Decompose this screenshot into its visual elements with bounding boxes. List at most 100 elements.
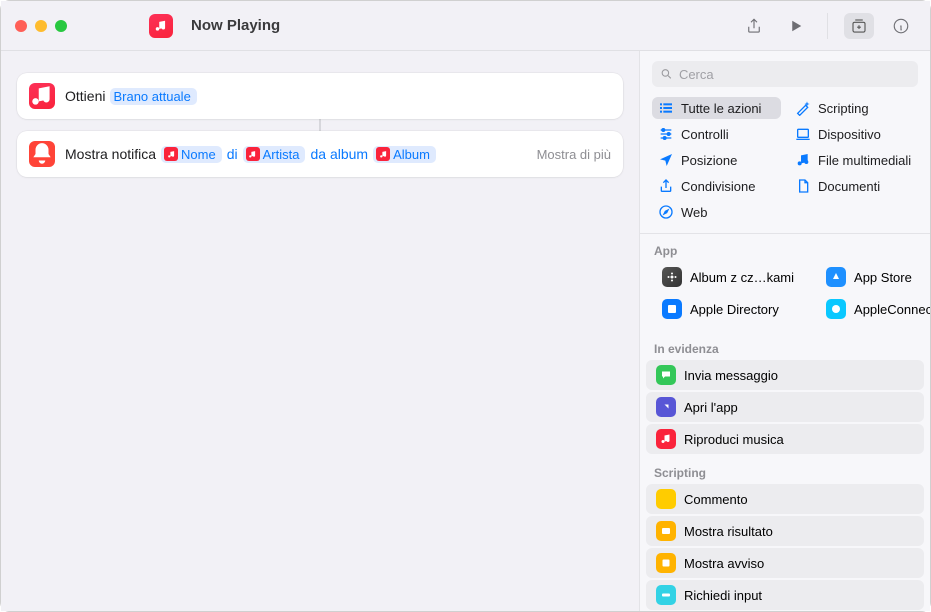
action-item[interactable]: Mostra risultato [646,516,924,546]
item-label: Apri l'app [684,400,738,415]
category-sliders[interactable]: Controlli [652,123,781,145]
open-icon [656,397,676,417]
input-icon [656,585,676,605]
window-title: Now Playing [191,17,280,34]
photos-icon [662,267,682,287]
category-share[interactable]: Condivisione [652,175,781,197]
item-label: Mostra risultato [684,524,773,539]
actions-sidebar: Tutte le azioni Scripting Controlli Disposi… [640,51,930,611]
category-label: Tutte le azioni [681,101,761,116]
zoom-window-button[interactable] [55,20,67,32]
variable-token-current-song[interactable]: Brano attuale [110,88,196,105]
variable-token-artist[interactable]: Artista [243,146,306,163]
category-safari[interactable]: Web [652,201,781,223]
category-label: Documenti [818,179,880,194]
msg-icon [656,365,676,385]
category-label: Condivisione [681,179,755,194]
search-icon [660,67,673,81]
sliders-icon [658,126,674,142]
notification-icon [29,141,55,167]
category-grid: Tutte le azioni Scripting Controlli Disposi… [640,97,930,234]
minimize-window-button[interactable] [35,20,47,32]
connector [17,119,623,131]
appstore-icon [826,267,846,287]
category-label: Controlli [681,127,729,142]
alert-icon [656,553,676,573]
play-icon [656,429,676,449]
action-item[interactable]: Riproduci musica [646,424,924,454]
apps-grid: Album z cz…kami App Store Apple Directory A… [640,262,930,332]
app-item[interactable]: App Store [816,262,930,292]
library-panel-button[interactable] [844,13,874,39]
category-label: Posizione [681,153,737,168]
device-icon [795,126,811,142]
safari-icon [658,204,674,220]
category-wand[interactable]: Scripting [789,97,918,119]
featured-list: Invia messaggio Apri l'app Riproduci music… [640,360,930,454]
close-window-button[interactable] [15,20,27,32]
section-header-scripting: Scripting [640,456,930,484]
titlebar: Now Playing [1,1,930,51]
action-item[interactable]: Richiedi input [646,580,924,610]
show-more-button[interactable]: Mostra di più [537,147,611,162]
workflow-canvas[interactable]: Ottieni Brano attuale Mostra notifica No… [1,51,640,611]
search-field[interactable] [652,61,918,87]
window-controls [15,20,67,32]
category-list[interactable]: Tutte le azioni [652,97,781,119]
item-label: Richiedi input [684,588,762,603]
item-label: AppleConnect [854,302,930,317]
shortcut-icon [149,14,173,38]
music-mini-icon [246,147,260,161]
comment-icon [656,489,676,509]
variable-token-album[interactable]: Album [373,146,436,163]
app-item[interactable]: AppleConnect [816,294,930,324]
action-item[interactable]: Commento [646,484,924,514]
doc-icon [795,178,811,194]
category-music-note[interactable]: File multimediali [789,149,918,171]
run-button[interactable] [781,13,811,39]
category-label: Web [681,205,708,220]
category-label: Scripting [818,101,869,116]
share-button[interactable] [739,13,769,39]
action-card-show-notification[interactable]: Mostra notifica Nome di Artista da album… [17,131,623,177]
category-label: Dispositivo [818,127,881,142]
scripting-list: Commento Mostra risultato Mostra avviso Ric… [640,484,930,611]
action-item[interactable]: Apri l'app [646,392,924,422]
item-label: Mostra avviso [684,556,764,571]
conn-icon [826,299,846,319]
item-label: App Store [854,270,912,285]
action-verb: Mostra notifica [65,146,156,162]
item-label: Invia messaggio [684,368,778,383]
filler-text: da album [310,146,368,162]
action-verb: Ottieni [65,88,105,104]
section-header-featured: In evidenza [640,332,930,360]
category-location[interactable]: Posizione [652,149,781,171]
category-label: File multimediali [818,153,911,168]
item-label: Commento [684,492,748,507]
search-input[interactable] [679,67,910,82]
filler-text: di [227,146,238,162]
app-item[interactable]: Apple Directory [652,294,804,324]
result-icon [656,521,676,541]
music-note-icon [795,152,811,168]
info-button[interactable] [886,13,916,39]
toolbar-separator [827,13,828,39]
section-header-apps: App [640,234,930,262]
location-icon [658,152,674,168]
action-item[interactable]: Mostra avviso [646,548,924,578]
app-item[interactable]: Album z cz…kami [652,262,804,292]
wand-icon [795,100,811,116]
actions-scroll[interactable]: App Album z cz…kami App Store Apple Direct… [640,234,930,611]
music-mini-icon [376,147,390,161]
music-mini-icon [164,147,178,161]
item-label: Album z cz…kami [690,270,794,285]
music-app-icon [29,83,55,109]
action-item[interactable]: Invia messaggio [646,360,924,390]
list-icon [658,100,674,116]
action-card-get-current-song[interactable]: Ottieni Brano attuale [17,73,623,119]
item-label: Apple Directory [690,302,779,317]
variable-token-name[interactable]: Nome [161,146,222,163]
dir-icon [662,299,682,319]
category-device[interactable]: Dispositivo [789,123,918,145]
category-doc[interactable]: Documenti [789,175,918,197]
